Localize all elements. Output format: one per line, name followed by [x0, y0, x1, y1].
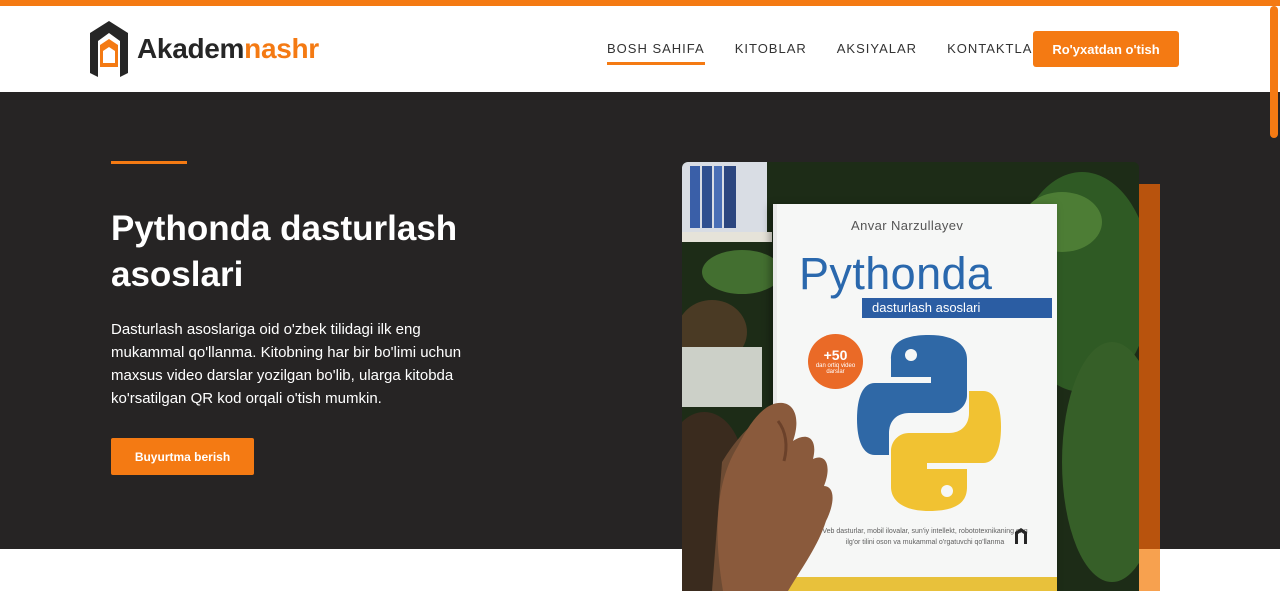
nav-item-aksiyalar[interactable]: AKSIYALAR: [837, 41, 917, 65]
nav-item-kitoblar[interactable]: KITOBLAR: [735, 41, 807, 65]
scrollbar-thumb[interactable]: [1270, 6, 1278, 138]
book-blurb: Veb dasturlar, mobil ilovalar, sun'iy in…: [822, 528, 1028, 546]
main-nav: BOSH SAHIFA KITOBLAR AKSIYALAR KONTAKTLA…: [607, 41, 1073, 65]
brand-logo[interactable]: Akademnashr: [90, 20, 319, 78]
register-button[interactable]: Ro'yxatdan o'tish: [1033, 31, 1179, 67]
content-area-below-hero: [0, 549, 682, 591]
publisher-mark-icon: [1015, 528, 1027, 544]
nav-item-bosh-sahifa[interactable]: BOSH SAHIFA: [607, 41, 705, 65]
hand-image: [717, 402, 833, 591]
hero-accent-rule: [111, 161, 187, 164]
brand-name-part2: nashr: [244, 33, 319, 64]
book-photo: Anvar Narzullayev Pythonda dasturlash as…: [682, 162, 1139, 591]
python-logo-icon: [857, 335, 1001, 511]
site-header: Akademnashr BOSH SAHIFA KITOBLAR AKSIYAL…: [0, 6, 1280, 92]
brand-name-part1: Akadem: [137, 33, 245, 64]
book-subtitle-band: dasturlash asoslari: [862, 298, 1052, 318]
book-title: Pythonda: [799, 248, 993, 299]
nav-item-kontaktlar[interactable]: KONTAKTLAR: [947, 41, 1043, 65]
order-button[interactable]: Buyurtma berish: [111, 438, 254, 475]
logo-icon: [90, 21, 128, 77]
hero-description: Dasturlash asoslariga oid o'zbek tilidag…: [111, 321, 462, 407]
brand-name: Akademnashr: [137, 33, 319, 65]
hero-title: Pythonda dasturlash asoslari: [111, 209, 458, 294]
book-author: Anvar Narzullayev: [851, 218, 964, 233]
